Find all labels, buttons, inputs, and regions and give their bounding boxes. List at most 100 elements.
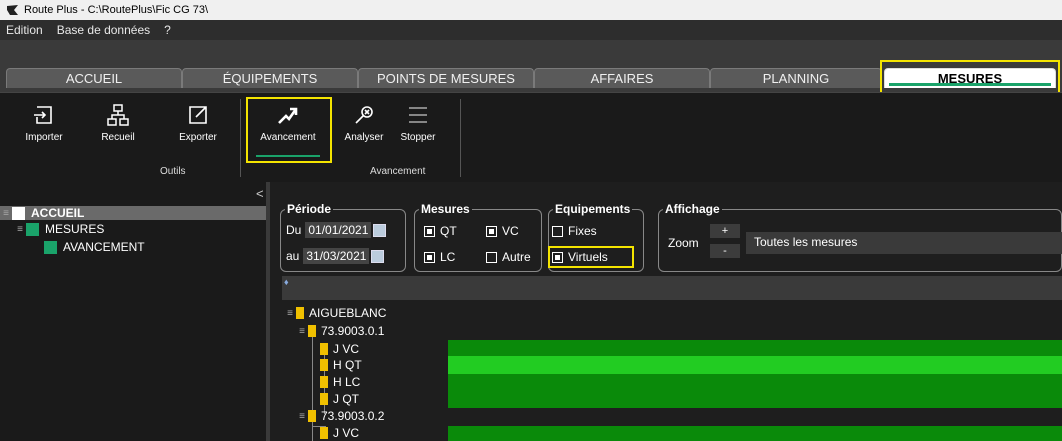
row-label-text: J VC — [333, 342, 360, 356]
tab-strip: ACCUEIL ÉQUIPEMENTS POINTS DE MESURES AF… — [0, 40, 1062, 98]
stopper-label: Stopper — [400, 132, 436, 143]
tree-root-label: ACCUEIL — [31, 206, 85, 220]
progress-bar — [448, 390, 1062, 408]
tab-affaires[interactable]: AFFAIRES — [534, 68, 710, 88]
zoom-label: Zoom — [668, 236, 699, 250]
grid-row-label[interactable]: H QT — [320, 358, 362, 372]
import-label: Importer — [25, 132, 63, 143]
row-label-text: 73.9003.0.2 — [321, 409, 385, 423]
checkbox-fixes[interactable]: Fixes — [552, 224, 597, 238]
progress-bar — [448, 374, 1062, 390]
analyser-button[interactable]: Analyser — [334, 103, 394, 153]
progress-bar — [448, 340, 1062, 356]
tree-item-avancement[interactable]: AVANCEMENT — [44, 240, 145, 254]
from-label: Du — [286, 223, 302, 237]
stopper-button[interactable]: Stopper — [388, 103, 448, 153]
folder-yellow-icon — [308, 410, 316, 422]
grid-row-label[interactable]: J VC — [320, 426, 359, 440]
tab-accueil[interactable]: ACCUEIL — [6, 68, 182, 88]
periode-legend: Période — [287, 202, 332, 216]
recueil-label: Recueil — [101, 132, 135, 143]
menu-help[interactable]: ? — [164, 23, 171, 37]
checkbox-qt[interactable]: QT — [424, 224, 457, 238]
checkbox-autre[interactable]: Autre — [486, 250, 531, 264]
zoom-in-button[interactable]: + — [710, 224, 740, 238]
virtuels-highlight-frame — [548, 246, 634, 268]
checkbox-empty-icon[interactable] — [552, 225, 563, 237]
row-label-text: H QT — [333, 358, 362, 372]
checkbox-checked-icon[interactable] — [424, 251, 435, 263]
vc-label: VC — [502, 224, 519, 238]
date-from-input[interactable]: 01/01/2021 — [305, 222, 372, 238]
folder-white-icon — [12, 206, 25, 220]
tree-item-mesures[interactable]: ≡ MESURES — [14, 222, 104, 236]
checkbox-vc[interactable]: VC — [486, 224, 519, 238]
grid-row-label[interactable]: ≡ 73.9003.0.1 — [296, 324, 384, 338]
grid-header: ♦ — [282, 276, 1062, 300]
zoom-out-button[interactable]: - — [710, 244, 740, 258]
date-to-row: au 31/03/2021 — [286, 248, 385, 264]
tab-planning[interactable]: PLANNING — [710, 68, 882, 88]
grid-row-label[interactable]: J QT — [320, 392, 359, 406]
to-label: au — [286, 249, 300, 263]
import-icon — [34, 106, 52, 124]
fixes-label: Fixes — [568, 224, 597, 238]
tree-item-accueil[interactable]: ≡ ACCUEIL — [0, 206, 266, 220]
folder-yellow-icon — [320, 359, 328, 371]
folder-yellow-icon — [320, 427, 328, 439]
window-title: Route Plus - C:\RoutePlus\Fic CG 73\ — [24, 4, 209, 16]
checkbox-checked-icon[interactable] — [486, 225, 497, 237]
calendar-icon[interactable] — [371, 249, 385, 263]
mesures-legend: Mesures — [421, 202, 470, 216]
export-icon — [189, 106, 207, 124]
grid-row-label[interactable]: J VC — [320, 342, 359, 356]
folder-yellow-icon — [320, 343, 328, 355]
expand-chevron-icon[interactable]: ≡ — [284, 308, 296, 319]
analyser-label: Analyser — [344, 132, 384, 143]
date-to-input[interactable]: 31/03/2021 — [303, 248, 370, 264]
folder-yellow-icon — [296, 307, 304, 319]
expand-chevron-icon[interactable]: ≡ — [14, 224, 26, 235]
ribbon: Importer Recueil Exporter Avancement Ana… — [0, 92, 1062, 182]
folder-yellow-icon — [320, 376, 328, 388]
recueil-button[interactable]: Recueil — [88, 103, 148, 153]
equipements-legend: Equipements — [555, 202, 631, 216]
export-button[interactable]: Exporter — [168, 103, 228, 153]
group-label-avancement: Avancement — [370, 166, 426, 177]
row-label-text: J QT — [333, 392, 359, 406]
affichage-legend: Affichage — [665, 202, 720, 216]
tab-equipements[interactable]: ÉQUIPEMENTS — [182, 68, 358, 88]
avancement-highlight-frame — [246, 97, 332, 163]
tree-leaf-label: AVANCEMENT — [63, 240, 145, 254]
folder-yellow-icon — [320, 393, 328, 405]
autre-label: Autre — [502, 250, 531, 264]
tab-points-de-mesures[interactable]: POINTS DE MESURES — [358, 68, 534, 88]
tree-child-label: MESURES — [45, 222, 105, 236]
menu-base-de-donnees[interactable]: Base de données — [57, 23, 150, 37]
qt-label: QT — [440, 224, 457, 238]
collapse-panel-icon[interactable]: < — [256, 186, 264, 201]
checkbox-lc[interactable]: LC — [424, 250, 455, 264]
calendar-icon[interactable] — [373, 223, 387, 237]
checkbox-checked-icon[interactable] — [424, 225, 435, 237]
ribbon-separator — [460, 99, 461, 177]
navigation-tree: < ≡ ACCUEIL ≡ MESURES AVANCEMENT — [0, 182, 270, 441]
sort-arrows-icon[interactable]: ♦ — [284, 277, 289, 287]
import-button[interactable]: Importer — [14, 103, 74, 153]
expand-chevron-icon[interactable]: ≡ — [296, 326, 308, 337]
menu-edition[interactable]: Edition — [6, 23, 43, 37]
progress-bar — [448, 426, 1062, 441]
lc-label: LC — [440, 250, 456, 264]
expand-chevron-icon[interactable]: ≡ — [296, 411, 308, 422]
grid-row-label[interactable]: ≡ AIGUEBLANC — [284, 306, 386, 320]
tree-guide-line — [312, 334, 313, 441]
network-icon — [107, 104, 129, 126]
menu-bar: Edition Base de données ? — [0, 20, 1062, 40]
checkbox-empty-icon[interactable] — [486, 251, 497, 263]
display-mode-select[interactable]: Toutes les mesures — [746, 232, 1062, 254]
main-panel: Période Du 01/01/2021 au 31/03/2021 Mesu… — [274, 182, 1062, 441]
grid-row-label[interactable]: H LC — [320, 375, 360, 389]
grid-row-label[interactable]: ≡ 73.9003.0.2 — [296, 409, 384, 423]
export-label: Exporter — [179, 132, 217, 143]
expand-chevron-icon[interactable]: ≡ — [0, 208, 12, 219]
